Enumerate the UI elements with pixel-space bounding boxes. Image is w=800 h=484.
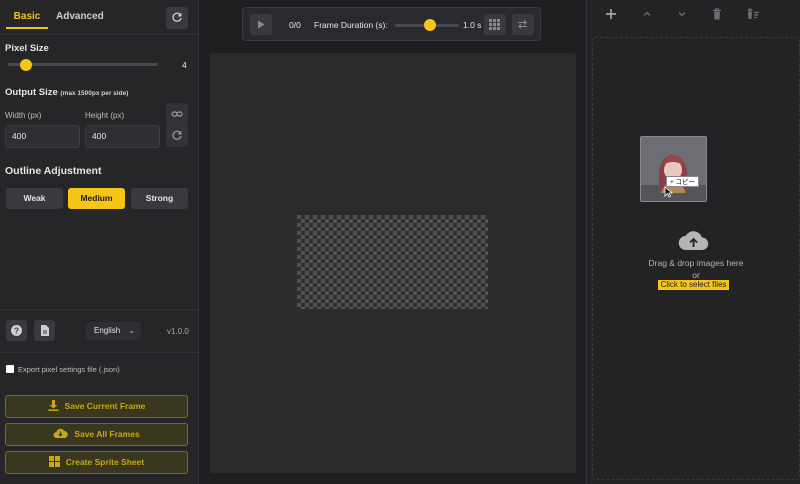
link-aspect-button[interactable] xyxy=(166,103,188,125)
arrow-down-icon[interactable] xyxy=(675,7,689,21)
grid-icon xyxy=(489,19,500,30)
save-all-label: Save All Frames xyxy=(74,429,140,439)
drop-instructions: Drag & drop images here xyxy=(648,258,744,268)
version-label: v1.0.0 xyxy=(167,327,189,336)
language-value: English xyxy=(94,326,121,335)
export-json-label: Export pixel settings file (.json) xyxy=(18,365,120,374)
save-current-label: Save Current Frame xyxy=(64,401,146,411)
playback-toolbar: 0/0 Frame Duration (s): 1.0 s xyxy=(242,7,541,41)
tab-bar: Basic Advanced xyxy=(0,0,199,34)
reset-settings-button[interactable] xyxy=(166,7,188,29)
settings-panel: Basic Advanced Pixel Size 4 Output Size … xyxy=(0,0,199,484)
drop-or: or xyxy=(692,270,700,280)
swap-icon xyxy=(518,20,527,29)
create-sprite-sheet-button[interactable]: Create Sprite Sheet xyxy=(5,451,188,474)
trash-icon[interactable] xyxy=(710,7,724,21)
dragged-image-thumbnail xyxy=(640,136,707,202)
outline-medium-button[interactable]: Medium xyxy=(68,188,125,209)
frame-duration-value: 1.0 s xyxy=(463,20,482,30)
output-size-note: (max 1500px per side) xyxy=(60,90,129,97)
cloud-download-icon xyxy=(53,429,69,439)
svg-text:?: ? xyxy=(14,326,19,336)
export-json-checkbox[interactable] xyxy=(6,365,14,373)
output-size-title: Output Size (max 1500px per side) xyxy=(5,87,128,98)
language-select[interactable]: English ⌄ xyxy=(86,322,141,340)
output-size-label: Output Size xyxy=(5,87,58,98)
play-button[interactable] xyxy=(250,14,272,35)
frame-duration-label: Frame Duration (s): xyxy=(314,20,388,30)
outline-title: Outline Adjustment xyxy=(5,165,102,177)
save-all-frames-button[interactable]: Save All Frames xyxy=(5,423,188,446)
cloud-upload-icon xyxy=(678,231,709,251)
link-icon xyxy=(171,111,183,117)
save-current-frame-button[interactable]: Save Current Frame xyxy=(5,395,188,418)
tab-advanced[interactable]: Advanced xyxy=(56,7,104,29)
refresh-icon xyxy=(172,12,182,22)
frame-duration-slider-thumb[interactable] xyxy=(424,19,437,31)
pixel-size-value: 4 xyxy=(182,60,187,70)
height-input[interactable]: 400 xyxy=(85,125,160,148)
grid-icon xyxy=(48,456,60,468)
arrow-up-icon[interactable] xyxy=(640,7,654,21)
frame-counter: 0/0 xyxy=(289,20,301,30)
help-button[interactable]: ? xyxy=(6,320,27,341)
chevron-down-icon: ⌄ xyxy=(128,326,135,335)
grid-view-button[interactable] xyxy=(484,14,506,35)
play-icon xyxy=(258,20,265,29)
mouse-cursor-icon xyxy=(664,186,673,198)
sprite-sheet-label: Create Sprite Sheet xyxy=(65,457,145,467)
divider xyxy=(0,352,199,353)
reset-size-button[interactable] xyxy=(166,125,188,147)
character-image xyxy=(641,137,706,201)
select-files-link[interactable]: Click to select files xyxy=(658,280,729,290)
transparent-preview xyxy=(297,215,488,309)
divider xyxy=(0,309,199,310)
swap-button[interactable] xyxy=(512,14,534,35)
pixel-size-title: Pixel Size xyxy=(5,43,49,54)
tab-basic[interactable]: Basic xyxy=(6,7,48,29)
refresh-icon xyxy=(172,130,182,140)
clear-list-icon[interactable] xyxy=(746,7,760,21)
document-icon xyxy=(41,325,49,336)
help-icon: ? xyxy=(11,325,22,336)
pixel-size-slider-thumb[interactable] xyxy=(20,59,32,71)
divider xyxy=(0,34,199,35)
outline-weak-button[interactable]: Weak xyxy=(6,188,63,209)
height-label: Height (px) xyxy=(85,111,125,120)
plus-icon[interactable] xyxy=(604,7,618,21)
width-input[interactable]: 400 xyxy=(5,125,80,148)
width-label: Width (px) xyxy=(5,111,42,120)
docs-button[interactable] xyxy=(34,320,55,341)
outline-strong-button[interactable]: Strong xyxy=(131,188,188,209)
download-icon xyxy=(48,400,59,412)
